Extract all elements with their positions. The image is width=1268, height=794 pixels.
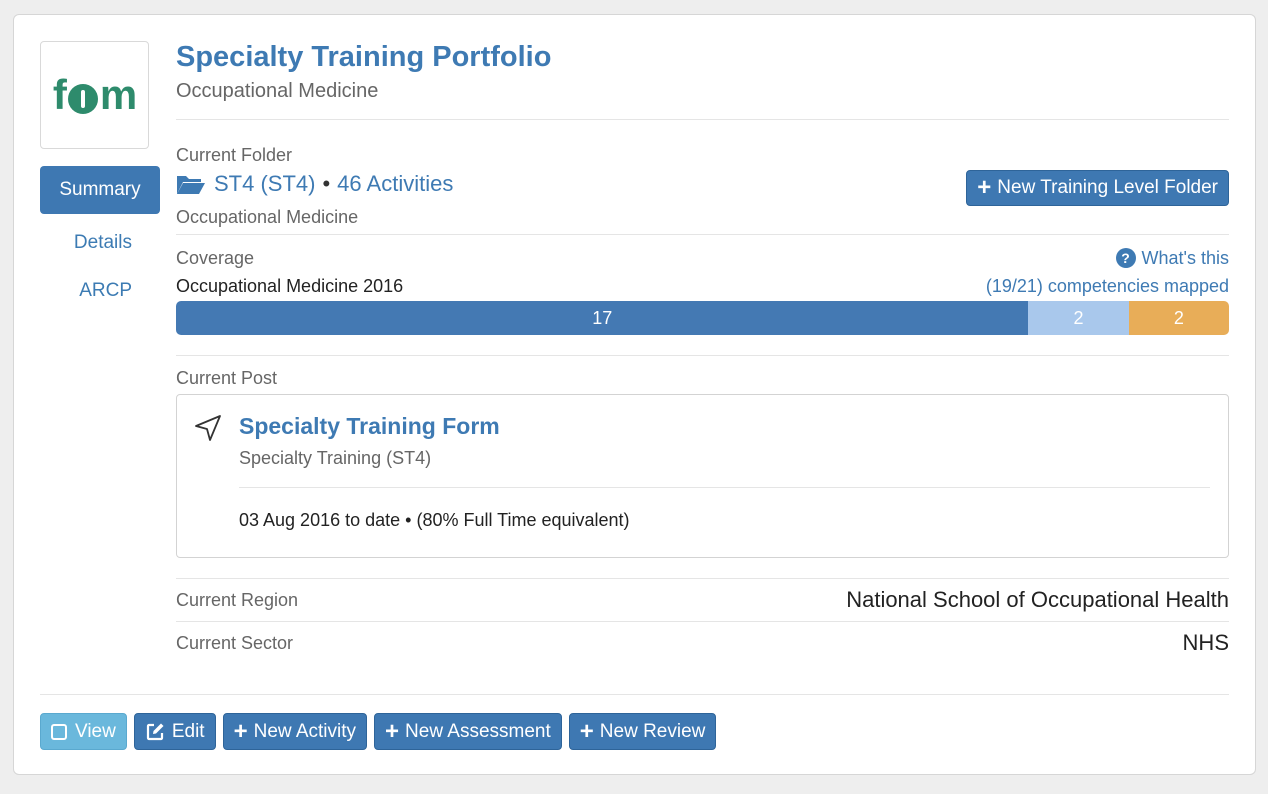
page-subtitle: Occupational Medicine [176,80,379,102]
folder-open-icon [177,176,205,194]
region-row: Current Region National School of Occupa… [176,579,1229,621]
new-assessment-label: New Assessment [405,720,551,742]
post-dates: 03 Aug 2016 to date • (80% Full Time equ… [239,510,630,530]
post-content: Specialty Training Form Specialty Traini… [239,409,1210,534]
current-folder-label: Current Folder [176,145,293,165]
plus-icon: + [385,717,400,745]
current-region-label: Current Region [176,589,299,610]
main-content: Specialty Training Portfolio Occupationa… [176,37,1229,664]
edit-button[interactable]: Edit [133,713,216,750]
location-arrow-icon [195,415,221,441]
nav-item-summary[interactable]: Summary [40,166,160,214]
post-subtitle: Specialty Training (ST4) [239,448,432,468]
action-toolbar: View Edit + New Activity + New Assessmen… [40,713,717,750]
logo-letter-f: f [52,71,67,118]
folder-name[interactable]: ST4 (ST4) [214,171,315,197]
coverage-segment-2[interactable]: 2 [1128,301,1229,335]
folder-activities-link[interactable]: 46 Activities [337,171,453,197]
plus-icon: + [977,174,992,201]
current-post-label: Current Post [176,368,278,388]
current-sector-label: Current Sector [176,632,294,653]
new-activity-button[interactable]: + New Activity [222,713,368,750]
coverage-row: Occupational Medicine 2016 (19/21) compe… [176,273,1229,299]
fom-logo: f m [40,41,149,149]
competencies-mapped-link[interactable]: (19/21) competencies mapped [986,276,1229,297]
square-icon [51,723,67,740]
new-review-button[interactable]: + New Review [568,713,717,750]
folder-subtitle: Occupational Medicine [176,207,359,227]
coverage-label: Coverage [176,247,255,268]
new-assessment-button[interactable]: + New Assessment [374,713,562,750]
nav-item-details[interactable]: Details [40,219,160,267]
view-label: View [75,720,116,742]
new-review-label: New Review [599,720,706,742]
divider [176,355,1229,356]
coverage-framework: Occupational Medicine 2016 [176,275,404,296]
logo-letter-m: m [99,71,137,118]
divider [176,119,1229,120]
plus-icon: + [579,717,594,745]
divider [176,234,1229,235]
nav-item-arcp[interactable]: ARCP [40,267,160,315]
question-circle-icon: ? [1115,248,1136,268]
side-nav: Summary Details ARCP [40,166,160,315]
footer-divider [40,694,1229,695]
current-post-box: Specialty Training Form Specialty Traini… [176,394,1229,558]
folder-link[interactable]: ST4 (ST4) • 46 Activities [176,171,453,197]
current-sector-value: NHS [1182,630,1229,655]
coverage-header: Coverage ? What's this [176,243,1229,273]
divider [239,487,1210,488]
coverage-segment-0[interactable]: 17 [176,301,1029,335]
view-button[interactable]: View [40,713,127,750]
edit-label: Edit [171,720,205,742]
new-training-level-folder-label: New Training Level Folder [997,177,1218,198]
plus-icon: + [233,717,248,745]
folder-row: ST4 (ST4) • 46 Activities + New Training… [176,166,1229,206]
folder-separator: • [322,171,331,196]
post-title-link[interactable]: Specialty Training Form [239,409,1210,443]
new-training-level-folder-button[interactable]: + New Training Level Folder [966,170,1229,206]
page-title[interactable]: Specialty Training Portfolio [176,37,1229,77]
whats-this-link[interactable]: ? What's this [1115,247,1229,269]
fom-logo-icon: f m [52,71,137,119]
new-activity-label: New Activity [253,720,357,742]
edit-icon [146,723,164,740]
coverage-progress-bar[interactable]: 17 2 2 [176,301,1229,335]
logo-o-icon [67,84,98,114]
whats-this-label: What's this [1141,247,1229,268]
portfolio-card: f m Summary Details ARCP Specialty Train… [13,14,1256,775]
sector-row: Current Sector NHS [176,622,1229,664]
current-region-value: National School of Occupational Health [846,587,1229,612]
coverage-segment-1[interactable]: 2 [1028,301,1129,335]
